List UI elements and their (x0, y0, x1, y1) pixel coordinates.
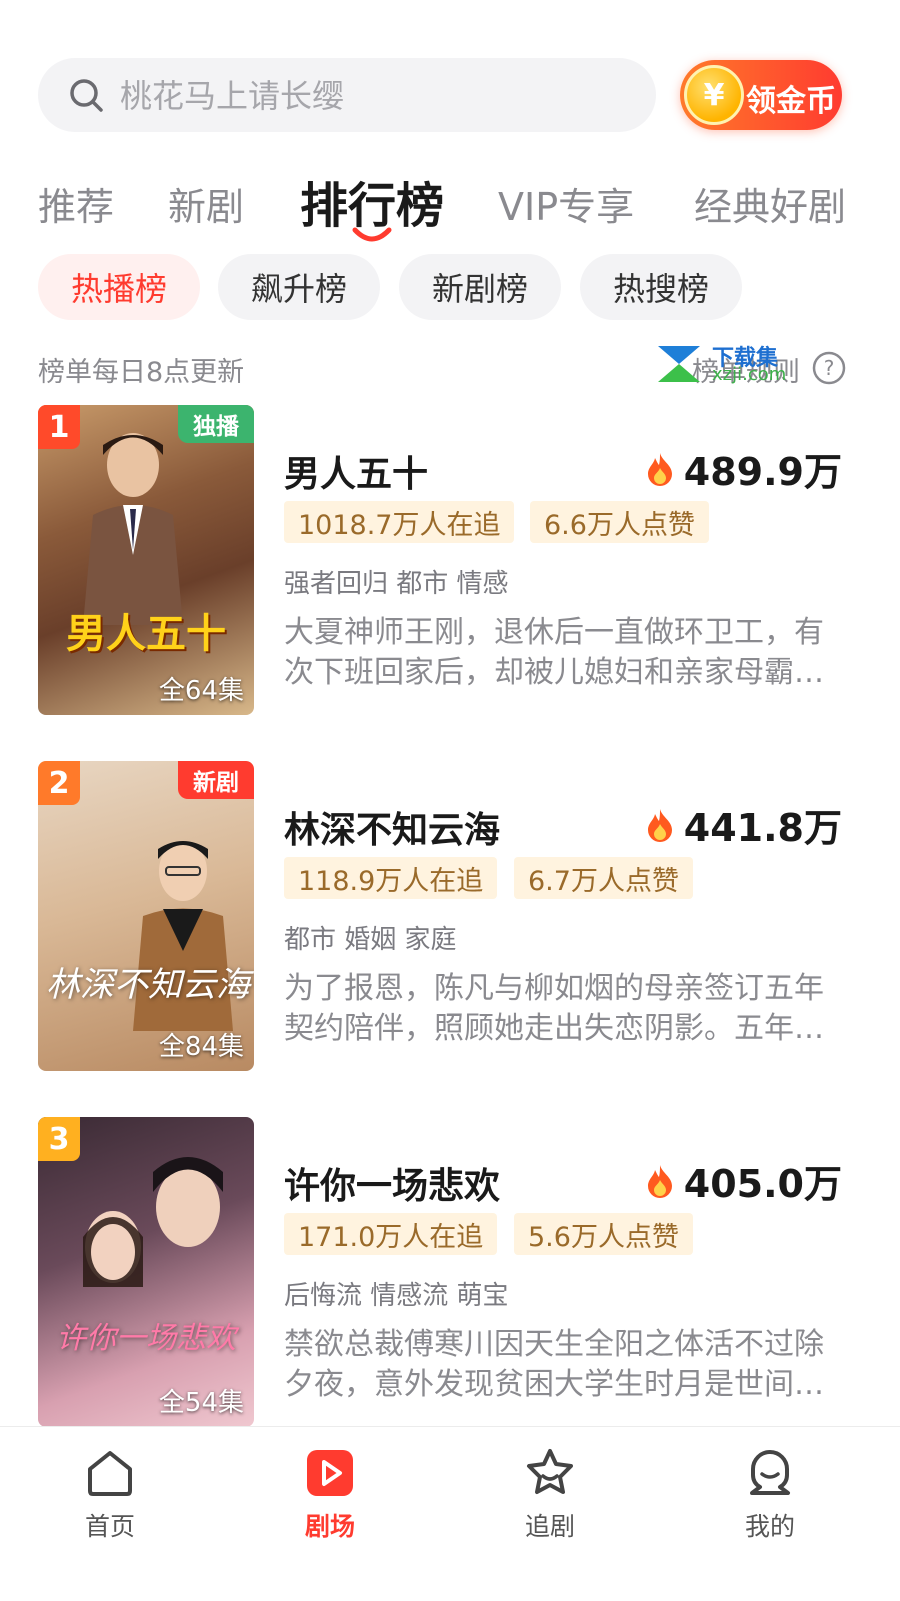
tab-recommended[interactable]: 推荐 (38, 176, 114, 231)
poster-figure (83, 433, 183, 625)
fire-icon (647, 452, 672, 486)
watermark-subtext: xzji.com (712, 364, 787, 385)
tab-new-dramas[interactable]: 新剧 (168, 176, 244, 231)
genre-tags: 强者回归 都市 情感 (284, 569, 509, 599)
followers-tag: 118.9万人在追 (284, 857, 498, 899)
claim-coins-button[interactable]: ¥ 领金币 (680, 60, 842, 130)
likes-tag: 6.7万人点赞 (514, 857, 693, 899)
list-item[interactable]: 2 新剧 林深不知云海 全84集 林深不知云海 441.8万 118.9万人在追… (0, 761, 900, 1073)
drama-description: 禁欲总裁傅寒川因天生全阳之体活不过除夕夜，意外发现贫困大学生时月是世间… (284, 1327, 824, 1402)
genre-tags: 后悔流 情感流 萌宝 (284, 1281, 509, 1311)
fire-icon (647, 808, 672, 842)
poster-title: 男人五十 (66, 611, 226, 657)
hot-value: 405.0万 (683, 1162, 842, 1206)
fire-icon (647, 1164, 672, 1198)
search-icon (70, 79, 103, 112)
bottom-nav: 首页 剧场 追剧 我的 (0, 1426, 900, 1601)
episode-count: 全54集 (158, 1388, 244, 1418)
nav-home-label: 首页 (84, 1512, 135, 1541)
nav-home[interactable]: 首页 (50, 1447, 170, 1543)
likes-tag: 5.6万人点赞 (514, 1213, 693, 1255)
nav-theater-label: 剧场 (304, 1512, 355, 1541)
search-bar[interactable] (38, 58, 656, 132)
followers-tag: 1018.7万人在追 (284, 501, 515, 543)
nav-theater[interactable]: 剧场 (270, 1447, 390, 1543)
nav-profile[interactable]: 我的 (710, 1447, 830, 1543)
watermark-logo: 下载集 xzji.com (654, 340, 794, 388)
hot-value: 441.8万 (683, 806, 842, 850)
hot-score: 405.0万 (646, 1153, 842, 1208)
poster-image[interactable]: 3 许你一场悲欢 全54集 (38, 1117, 254, 1427)
follow-star-icon (527, 1449, 573, 1494)
episode-count: 全64集 (158, 676, 244, 706)
poster-title: 林深不知云海 (46, 965, 250, 1005)
hot-score: 441.8万 (646, 797, 842, 852)
followers-tag: 171.0万人在追 (284, 1213, 498, 1255)
theater-play-icon (307, 1450, 353, 1496)
chip-hot-search[interactable]: 热搜榜 (580, 254, 742, 320)
hot-value: 489.9万 (683, 450, 842, 494)
likes-tag: 6.6万人点赞 (530, 501, 709, 543)
poster-figure (83, 1157, 223, 1287)
coin-icon: ¥ (684, 65, 744, 125)
tab-vip[interactable]: VIP专享 (498, 176, 634, 231)
help-icon[interactable]: ? (812, 351, 846, 385)
list-item[interactable]: 1 独播 男人五十 全64集 男人五十 489.9万 1018.7万人在追 6.… (0, 405, 900, 717)
drama-title[interactable]: 许你一场悲欢 (284, 1157, 500, 1209)
drama-title[interactable]: 男人五十 (284, 445, 428, 497)
watermark-icon (658, 346, 700, 382)
drama-description: 为了报恩，陈凡与柳如烟的母亲签订五年契约陪伴，照顾她走出失恋阴影。五年… (284, 971, 824, 1046)
profile-icon (750, 1450, 790, 1495)
chip-hot-play[interactable]: 热播榜 (38, 254, 200, 320)
active-tab-indicator (352, 227, 392, 242)
home-icon (88, 1451, 132, 1496)
nav-follow[interactable]: 追剧 (490, 1447, 610, 1543)
svg-text:?: ? (824, 356, 835, 380)
hot-score: 489.9万 (646, 441, 842, 496)
rank-badge: 1 (38, 405, 80, 449)
search-input[interactable] (118, 70, 636, 122)
genre-tags: 都市 婚姻 家庭 (284, 925, 457, 955)
poster-title: 许你一场悲欢 (56, 1321, 236, 1356)
chip-rising[interactable]: 飙升榜 (218, 254, 380, 320)
claim-coins-label: 领金币 (746, 84, 836, 119)
drama-description: 大夏神师王刚，退休后一直做环卫工，有次下班回家后，却被儿媳妇和亲家母霸… (284, 615, 824, 690)
rank-badge: 3 (38, 1117, 80, 1161)
poster-image[interactable]: 1 独播 男人五十 全64集 (38, 405, 254, 715)
rank-badge: 2 (38, 761, 80, 805)
chip-new[interactable]: 新剧榜 (399, 254, 561, 320)
category-tabs: 推荐 新剧 排行榜 VIP专享 经典好剧 (0, 170, 900, 242)
tab-classics[interactable]: 经典好剧 (694, 176, 846, 231)
nav-follow-label: 追剧 (524, 1512, 575, 1541)
poster-image[interactable]: 2 新剧 林深不知云海 全84集 (38, 761, 254, 1071)
list-item[interactable]: 3 许你一场悲欢 全54集 许你一场悲欢 405.0万 171.0万人在追 5.… (0, 1117, 900, 1429)
new-badge: 新剧 (178, 761, 254, 799)
episode-count: 全84集 (158, 1032, 244, 1062)
nav-profile-label: 我的 (744, 1512, 795, 1541)
exclusive-badge: 独播 (178, 405, 254, 443)
update-note: 榜单每日8点更新 (38, 357, 245, 388)
drama-title[interactable]: 林深不知云海 (284, 801, 500, 853)
